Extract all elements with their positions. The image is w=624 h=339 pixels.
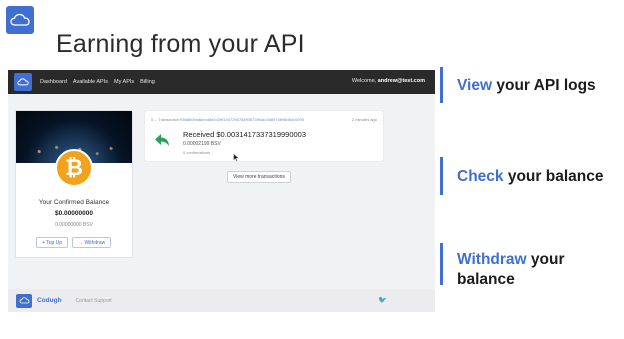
transaction-item[interactable]: 0← Transaction f0fa8b0bea6ecd8e2d39f1d47…	[144, 110, 384, 162]
balance-card: ₿ Your Confirmed Balance $0.00000000 0.0…	[15, 110, 133, 258]
feature-text: your API logs	[492, 77, 596, 94]
feature-check-balance: Check your balance	[440, 157, 620, 195]
app-footer: Codugh Contact Support 🐦	[8, 289, 435, 312]
nav-billing[interactable]: Billing	[140, 79, 155, 85]
bitcoin-coin-icon: ₿	[55, 149, 93, 187]
transaction-confirmations: 0 confirmations	[183, 150, 211, 155]
nav-available-apis[interactable]: Available APIs	[73, 79, 108, 85]
transaction-hash-link[interactable]: f0fa8b0bea6ecd8e2d39f1d47296784ff3673f94…	[180, 117, 304, 122]
transaction-header: 0← Transaction f0fa8b0bea6ecd8e2d39f1d47…	[151, 117, 304, 122]
app-cloud-logo-icon[interactable]	[14, 73, 32, 91]
welcome-text[interactable]: Welcome, andrew@test.com	[352, 78, 425, 84]
feature-highlight: Check	[457, 168, 504, 185]
welcome-prefix: Welcome,	[351, 78, 377, 84]
balance-bsv: 0.00000000 BSV	[55, 222, 93, 228]
cloud-logo-icon	[6, 6, 34, 34]
feature-highlight: Withdraw	[457, 251, 527, 268]
user-email: andrew@test.com	[377, 78, 425, 84]
view-more-transactions-button[interactable]: View more transactions	[227, 171, 291, 183]
app-screenshot: Dashboard Available APIs My APIs Billing…	[8, 70, 435, 312]
transaction-prefix: 0←	[151, 117, 158, 122]
balance-label: Your Confirmed Balance	[38, 199, 110, 206]
feature-withdraw-balance: Withdraw your balance	[440, 243, 620, 288]
transaction-label: Transaction	[158, 117, 180, 122]
feature-highlight: View	[457, 77, 493, 94]
feature-view-logs: View your API logs	[440, 67, 620, 103]
transaction-received: Received $0.0031417337319990003	[183, 130, 307, 139]
contact-support-link[interactable]: Contact Support	[76, 298, 112, 304]
nav-dashboard[interactable]: Dashboard	[40, 79, 67, 85]
transaction-amount-bsv: 0.00002199 BSV	[183, 141, 221, 147]
app-navbar: Dashboard Available APIs My APIs Billing…	[8, 70, 435, 94]
receive-arrow-icon	[155, 134, 169, 146]
footer-brand: Codugh	[37, 297, 62, 304]
mouse-cursor-icon	[233, 153, 240, 162]
withdraw-button[interactable]: → Withdraw	[72, 237, 112, 248]
transaction-time: 2 minutes ago	[351, 117, 377, 122]
footer-cloud-logo-icon[interactable]	[16, 293, 32, 308]
twitter-icon[interactable]: 🐦	[378, 296, 387, 304]
feature-text: your balance	[503, 168, 604, 185]
balance-value: $0.00000000	[55, 210, 93, 217]
top-up-button[interactable]: + Top Up	[36, 237, 69, 248]
nav-my-apis[interactable]: My APIs	[114, 79, 134, 85]
slide-title: Earning from your API	[56, 30, 305, 58]
